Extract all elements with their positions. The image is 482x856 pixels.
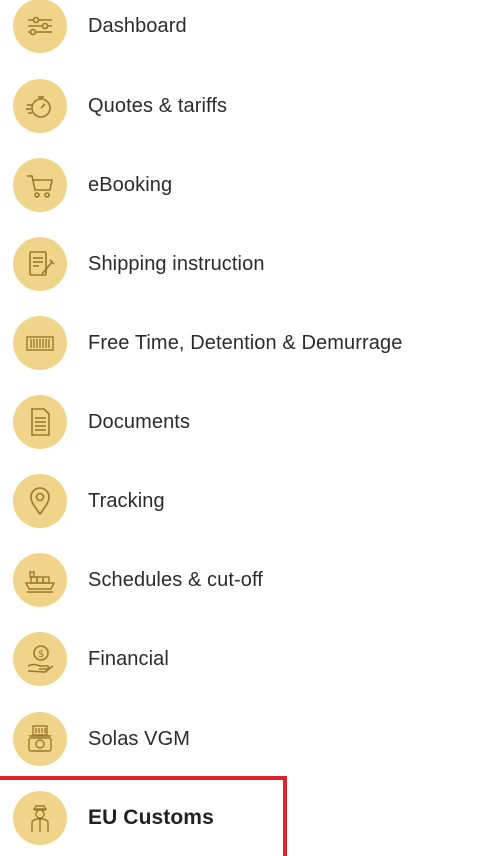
menu-item-quotes-tariffs[interactable]: Quotes & tariffs	[0, 74, 482, 138]
document-icon	[13, 395, 67, 449]
svg-text:$: $	[38, 649, 44, 660]
weighing-scale-icon	[13, 712, 67, 766]
menu-item-free-time-detention-demurrage[interactable]: Free Time, Detention & Demurrage	[0, 311, 482, 375]
menu-item-solas-vgm[interactable]: Solas VGM	[0, 707, 482, 771]
menu-item-label: Solas VGM	[88, 727, 191, 750]
shopping-cart-icon	[13, 158, 67, 212]
menu-item-tracking[interactable]: Tracking	[0, 469, 482, 533]
menu-item-ebooking[interactable]: eBooking	[0, 153, 482, 217]
menu-item-label: Tracking	[88, 489, 165, 512]
menu-item-schedules-cut-off[interactable]: Schedules & cut-off	[0, 548, 482, 612]
menu-item-label: eBooking	[88, 173, 173, 196]
menu-item-dashboard[interactable]: Dashboard	[0, 0, 482, 58]
menu-item-financial[interactable]: $ Financial	[0, 627, 482, 691]
menu-item-documents[interactable]: Documents	[0, 390, 482, 454]
menu-item-label: Schedules & cut-off	[88, 568, 263, 591]
menu-item-label: Financial	[88, 647, 169, 670]
sliders-icon	[13, 0, 67, 53]
menu-item-label: Documents	[88, 410, 191, 433]
menu-item-label: Quotes & tariffs	[88, 94, 228, 117]
menu-item-shipping-instruction[interactable]: Shipping instruction	[0, 232, 482, 296]
menu-item-label: Free Time, Detention & Demurrage	[88, 331, 403, 354]
active-item-highlight	[0, 776, 287, 856]
document-edit-icon	[13, 237, 67, 291]
map-pin-icon	[13, 474, 67, 528]
menu-item-label: Shipping instruction	[88, 252, 265, 275]
menu-item-label: Dashboard	[88, 14, 187, 37]
side-menu: Dashboard Quotes & tariffs eBooking Ship…	[0, 0, 482, 856]
container-icon	[13, 316, 67, 370]
stopwatch-icon	[13, 79, 67, 133]
money-hand-icon: $	[13, 632, 67, 686]
ship-icon	[13, 553, 67, 607]
